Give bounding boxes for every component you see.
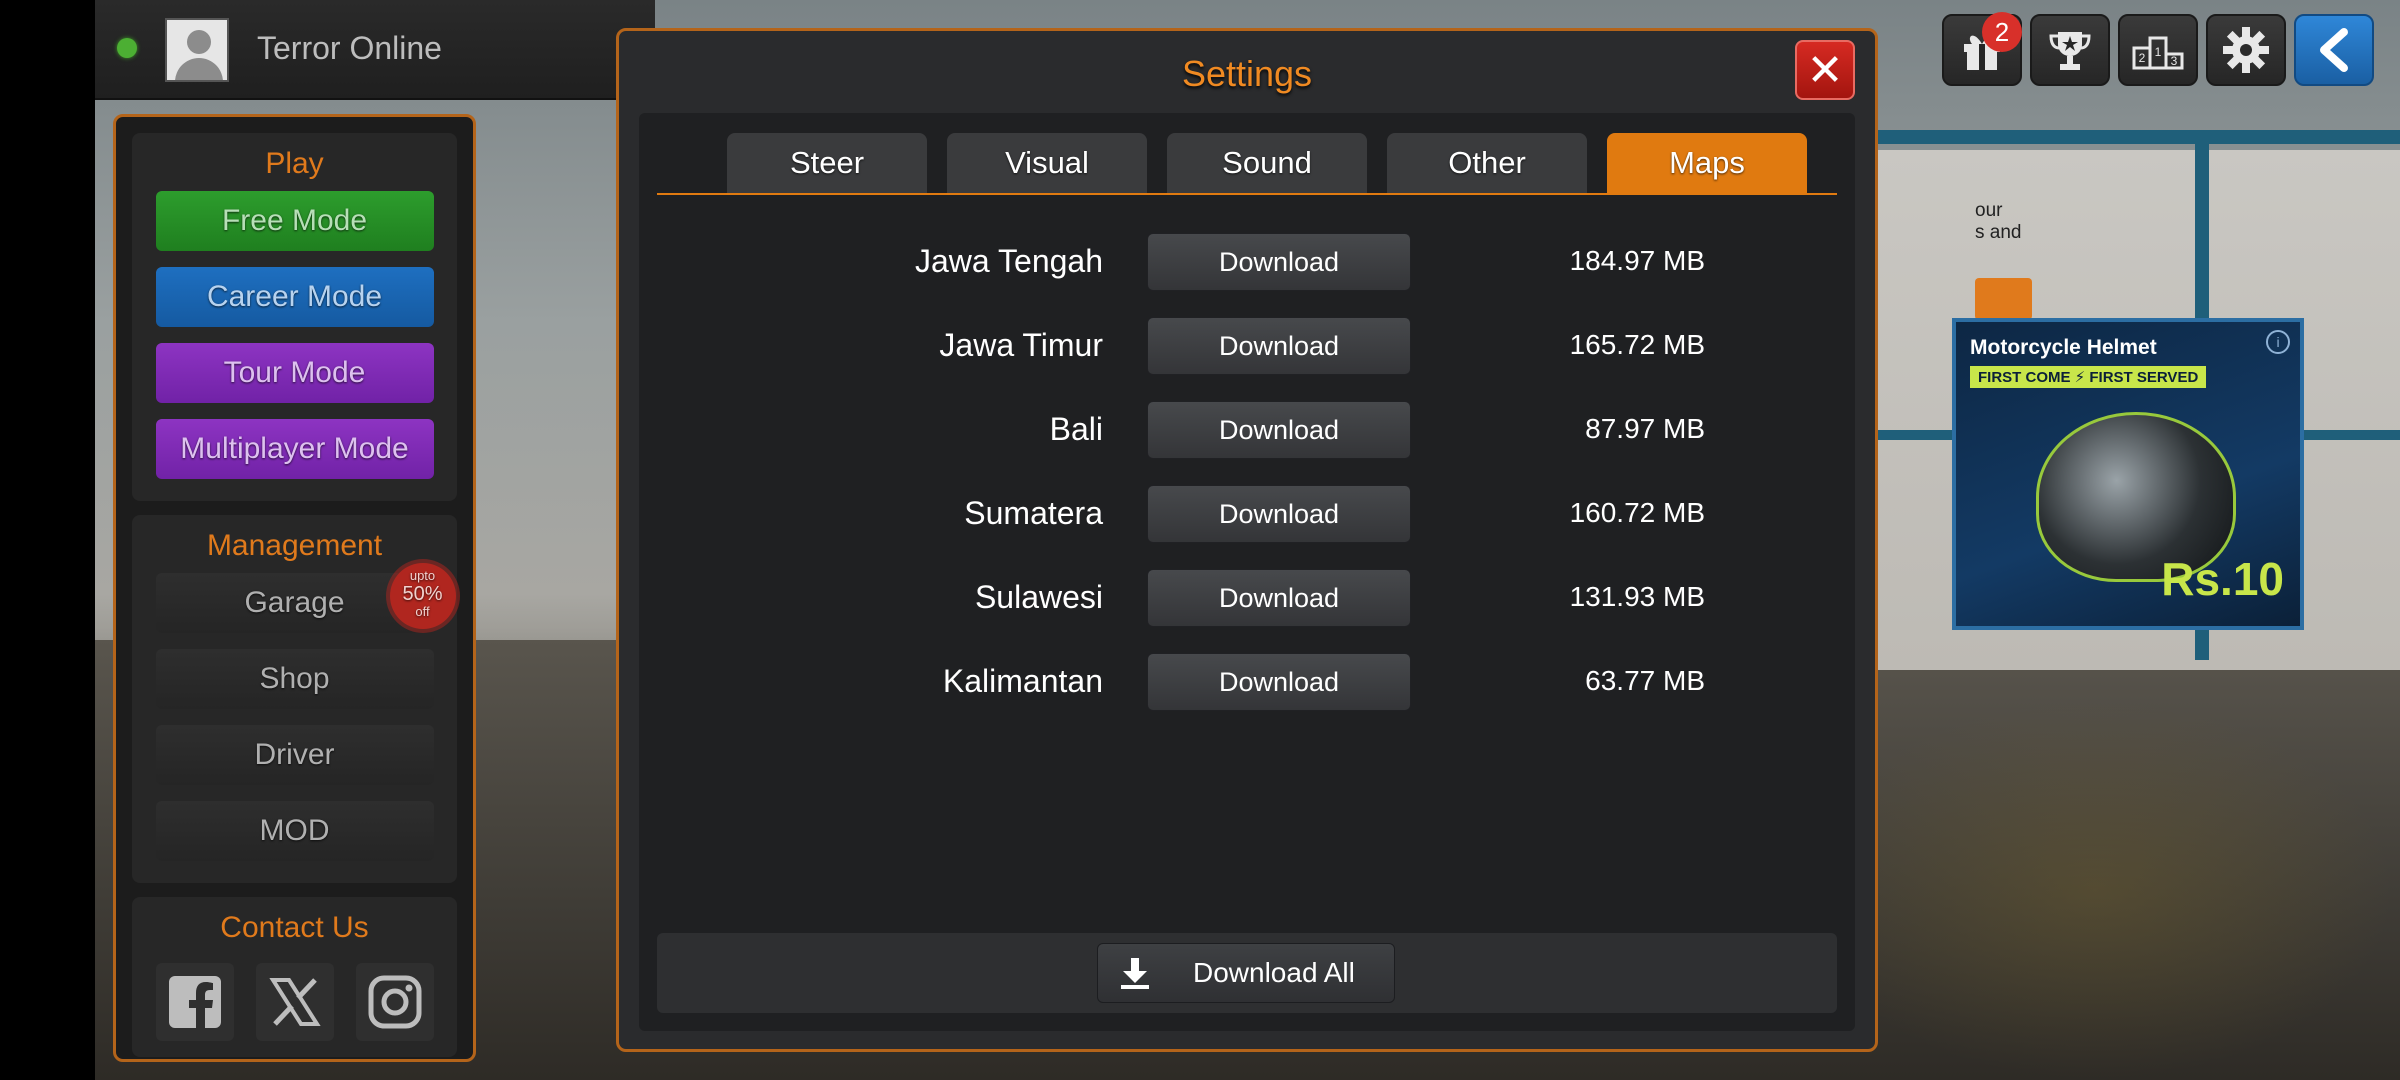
contact-title: Contact Us (220, 911, 369, 944)
leaderboard-icon: 1 2 3 (2132, 36, 2184, 70)
ad-side-button (1975, 278, 2032, 320)
trophy-icon (2049, 32, 2091, 70)
svg-text:3: 3 (2171, 54, 2178, 68)
map-size: 63.77 MB (1585, 665, 1705, 696)
online-status-icon (117, 38, 137, 58)
trophy-button[interactable] (2030, 14, 2110, 86)
instagram-icon (368, 975, 421, 1029)
download-button[interactable]: Download (1147, 317, 1411, 375)
map-row: Bali Download 87.97 MB (639, 401, 1855, 461)
back-button[interactable] (2294, 14, 2374, 86)
tab-underline (657, 193, 1837, 195)
download-button[interactable]: Download (1147, 401, 1411, 459)
map-row: Sumatera Download 160.72 MB (639, 485, 1855, 545)
play-group: Play Free Mode Career Mode Tour Mode Mul… (132, 133, 457, 501)
player-name: Terror Online (257, 30, 442, 66)
avatar[interactable] (165, 18, 229, 82)
map-name: Sumatera (964, 495, 1103, 531)
download-button[interactable]: Download (1147, 653, 1411, 711)
instagram-button[interactable] (355, 963, 434, 1041)
map-name: Kalimantan (942, 663, 1103, 699)
x-icon (268, 978, 321, 1026)
gear-icon (2223, 27, 2269, 73)
map-size: 184.97 MB (1569, 245, 1705, 276)
settings-button[interactable] (2206, 14, 2286, 86)
contact-group: Contact Us (132, 897, 457, 1057)
tab-steer[interactable]: Steer (727, 133, 927, 193)
download-all-label: Download All (1193, 957, 1355, 988)
back-arrow-icon (2320, 28, 2348, 72)
ad-tagline: FIRST COME ⚡ FIRST SERVED (1970, 366, 2207, 388)
play-title: Play (265, 147, 324, 180)
map-name: Jawa Timur (939, 327, 1103, 363)
helmet-ad-board[interactable]: Motorcycle Helmet FIRST COME ⚡ FIRST SER… (1952, 318, 2304, 630)
garage-button[interactable]: Garage upto 50% off (155, 563, 456, 633)
tour-mode-button[interactable]: Tour Mode (155, 343, 434, 403)
download-button[interactable]: Download (1147, 233, 1411, 291)
map-size: 87.97 MB (1585, 413, 1705, 444)
notification-badge: 2 (1982, 12, 2022, 52)
discount-badge: upto 50% off (389, 563, 456, 629)
map-row: Sulawesi Download 131.93 MB (639, 569, 1855, 629)
mod-button[interactable]: MOD (155, 801, 434, 861)
dialog-title: Settings (1181, 53, 1313, 94)
facebook-icon (168, 976, 221, 1028)
map-size: 131.93 MB (1569, 581, 1705, 612)
facebook-button[interactable] (155, 963, 234, 1041)
ad-title: Motorcycle Helmet (1970, 336, 2157, 359)
settings-content: Steer Visual Sound Other Maps Jawa Tenga… (639, 113, 1855, 1031)
close-icon: ✕ (1806, 45, 1844, 95)
tab-maps[interactable]: Maps (1607, 133, 1807, 193)
career-mode-button[interactable]: Career Mode (155, 267, 434, 327)
map-size: 165.72 MB (1569, 329, 1705, 360)
settings-tabs: Steer Visual Sound Other Maps (727, 133, 1807, 193)
map-row: Kalimantan Download 63.77 MB (639, 653, 1855, 713)
ad-side-text: our s and (1975, 200, 2022, 243)
tab-other[interactable]: Other (1387, 133, 1587, 193)
management-group: Management Garage upto 50% off Shop Driv… (132, 515, 457, 883)
map-name: Sulawesi (974, 579, 1103, 615)
ad-price: Rs.10 (2161, 553, 2284, 605)
close-button[interactable]: ✕ (1795, 40, 1855, 100)
tab-visual[interactable]: Visual (947, 133, 1147, 193)
map-row: Jawa Timur Download 165.72 MB (639, 317, 1855, 377)
main-menu-panel: Play Free Mode Career Mode Tour Mode Mul… (113, 114, 476, 1062)
shop-button[interactable]: Shop (155, 649, 434, 709)
floor-light (1795, 700, 2395, 1080)
x-button[interactable] (255, 963, 334, 1041)
settings-dialog: Settings ✕ Steer Visual Sound Other Maps… (616, 28, 1878, 1052)
map-size: 160.72 MB (1569, 497, 1705, 528)
free-mode-button[interactable]: Free Mode (155, 191, 434, 251)
map-row: Jawa Tengah Download 184.97 MB (639, 233, 1855, 293)
svg-text:2: 2 (2139, 51, 2146, 65)
leaderboard-button[interactable]: 1 2 3 (2118, 14, 2198, 86)
management-title: Management (206, 529, 383, 562)
driver-button[interactable]: Driver (155, 725, 434, 785)
garage-label: Garage (244, 586, 345, 619)
download-all-bar: Download All (657, 933, 1837, 1013)
info-icon[interactable]: i (2266, 330, 2290, 354)
download-all-button[interactable]: Download All (1097, 943, 1395, 1003)
steel-beam (1875, 130, 2400, 144)
download-icon (1121, 958, 1149, 989)
gift-button[interactable]: 2 (1942, 12, 2022, 86)
map-name: Jawa Tengah (915, 243, 1103, 279)
download-button[interactable]: Download (1147, 569, 1411, 627)
map-name: Bali (1049, 411, 1103, 447)
svg-text:1: 1 (2155, 45, 2162, 59)
multiplayer-mode-button[interactable]: Multiplayer Mode (155, 419, 434, 479)
tab-sound[interactable]: Sound (1167, 133, 1367, 193)
download-button[interactable]: Download (1147, 485, 1411, 543)
